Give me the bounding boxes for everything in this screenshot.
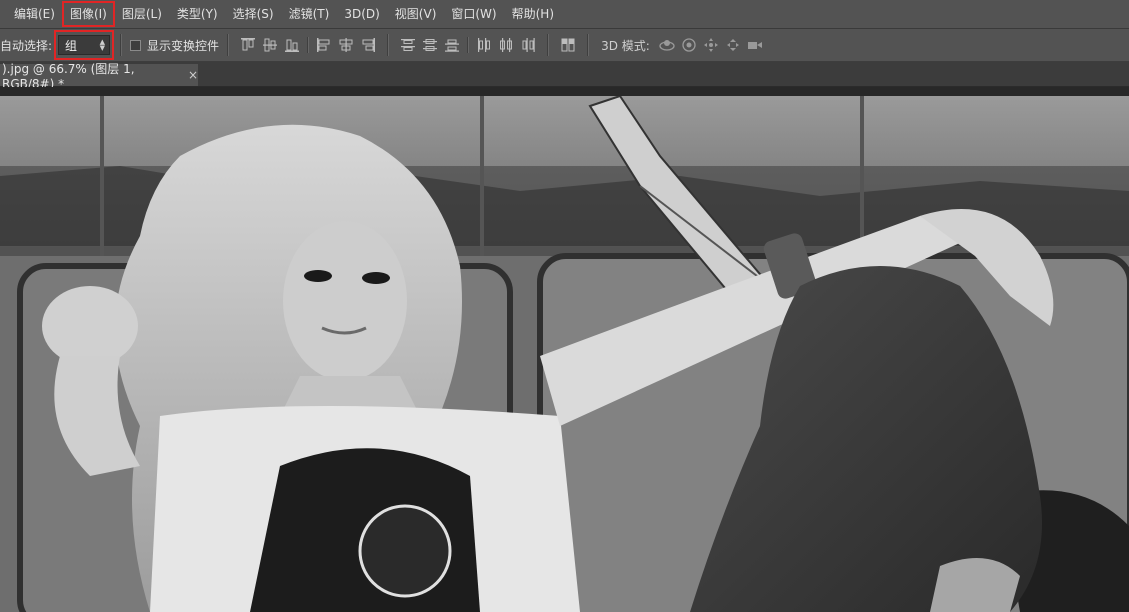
distribute-vcenter-icon[interactable] [419, 34, 441, 56]
mode-3d-label: 3D 模式: [601, 38, 650, 53]
toolbar-separator [387, 34, 390, 56]
align-right-edges-icon[interactable] [357, 34, 379, 56]
document-canvas[interactable] [0, 96, 1129, 612]
document-tab-bar: ).jpg @ 66.7% (图层 1, RGB/8#) * × [0, 62, 1129, 91]
options-bar: 自动选择: 组 ▲ ▼ 显示变换控件 3D 模式: [0, 29, 1129, 62]
photo-image [0, 96, 1129, 612]
align-left-edges-icon[interactable] [313, 34, 335, 56]
distribute-top-icon[interactable] [397, 34, 419, 56]
scale-3d-icon[interactable] [744, 34, 766, 56]
align-top-edges-icon[interactable] [237, 34, 259, 56]
menu-help[interactable]: 帮助(H) [506, 3, 560, 25]
auto-select-highlight: 组 ▲ ▼ [54, 30, 115, 60]
distribute-left-icon[interactable] [473, 34, 495, 56]
canvas-border [0, 87, 1129, 96]
align-vertical-centers-icon[interactable] [259, 34, 281, 56]
menu-view[interactable]: 视图(V) [389, 3, 443, 25]
toolbar-separator [467, 37, 470, 53]
menu-image[interactable]: 图像(I) [61, 1, 115, 27]
mode-3d-icons [656, 34, 766, 56]
menu-edit[interactable]: 编辑(E) [8, 3, 61, 25]
toolbar-separator [120, 34, 123, 56]
align-bottom-edges-icon[interactable] [281, 34, 303, 56]
align-icons [237, 34, 379, 56]
document-tab[interactable]: ).jpg @ 66.7% (图层 1, RGB/8#) * × [0, 62, 198, 91]
toolbar-separator [227, 34, 230, 56]
orbit-3d-icon[interactable] [656, 34, 678, 56]
menu-bar: 编辑(E) 图像(I) 图层(L) 类型(Y) 选择(S) 滤镜(T) 3D(D… [0, 0, 1129, 29]
distribute-bottom-icon[interactable] [441, 34, 463, 56]
updown-arrows-icon: ▲ ▼ [99, 38, 106, 52]
auto-select-dropdown[interactable]: 组 ▲ ▼ [58, 35, 111, 55]
menu-window[interactable]: 窗口(W) [445, 3, 502, 25]
show-transform-checkbox[interactable] [130, 39, 142, 51]
distribute-hcenter-icon[interactable] [495, 34, 517, 56]
menu-type[interactable]: 类型(Y) [171, 3, 224, 25]
distribute-right-icon[interactable] [517, 34, 539, 56]
toolbar-separator [547, 34, 550, 56]
auto-align-layers-icon[interactable] [557, 34, 579, 56]
menu-3d[interactable]: 3D(D) [338, 3, 385, 25]
roll-3d-icon[interactable] [678, 34, 700, 56]
close-icon[interactable]: × [188, 68, 198, 82]
menu-select[interactable]: 选择(S) [227, 3, 280, 25]
auto-select-label: 自动选择: [0, 38, 53, 53]
show-transform-label: 显示变换控件 [147, 38, 220, 53]
auto-select-value: 组 [65, 38, 78, 53]
align-horizontal-centers-icon[interactable] [335, 34, 357, 56]
pan-3d-icon[interactable] [700, 34, 722, 56]
document-tab-title: ).jpg @ 66.7% (图层 1, RGB/8#) * [2, 61, 135, 91]
toolbar-separator [307, 37, 310, 53]
toolbar-separator [587, 34, 590, 56]
slide-3d-icon[interactable] [722, 34, 744, 56]
distribute-icons [397, 34, 539, 56]
show-transform-controls[interactable]: 显示变换控件 [130, 37, 219, 54]
menu-filter[interactable]: 滤镜(T) [283, 3, 336, 25]
menu-layer[interactable]: 图层(L) [116, 3, 168, 25]
